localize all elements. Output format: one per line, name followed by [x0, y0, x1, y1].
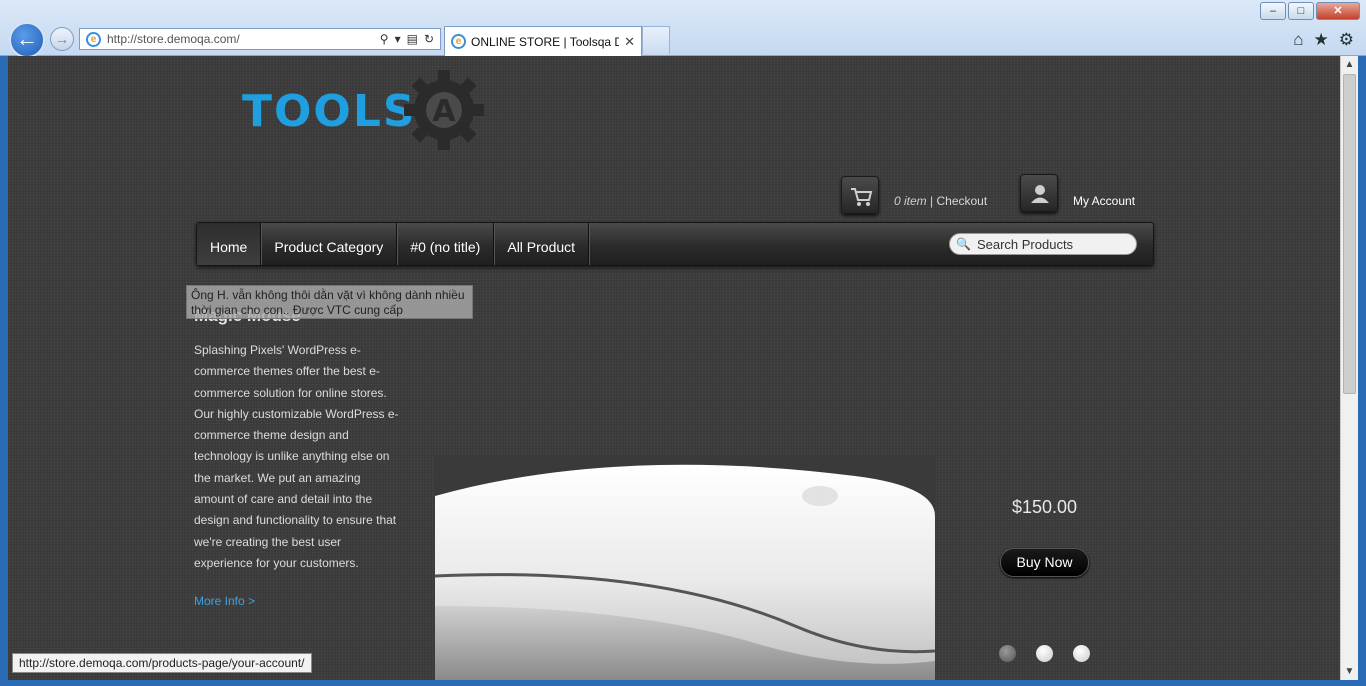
- slider-dot-2[interactable]: [1036, 645, 1053, 662]
- logo-text: TOOLS: [242, 86, 417, 137]
- browser-chrome: – □ ✕ ← → e http://store.demoqa.com/ ⚲ ▾…: [0, 0, 1366, 58]
- product-price: $150.00: [1012, 497, 1078, 517]
- product-description: Splashing Pixels' WordPress e-commerce t…: [194, 343, 399, 570]
- maximize-button[interactable]: □: [1288, 2, 1314, 20]
- scroll-down-arrow-icon[interactable]: ▼: [1341, 663, 1358, 680]
- my-account-link[interactable]: My Account: [1073, 194, 1135, 208]
- checkout-link[interactable]: Checkout: [936, 194, 987, 208]
- window-controls: – □ ✕: [1260, 2, 1360, 20]
- scroll-up-arrow-icon[interactable]: ▲: [1341, 56, 1358, 73]
- address-bar[interactable]: e http://store.demoqa.com/ ⚲ ▾ ▤ ↻: [79, 28, 441, 50]
- tooltip: Ông H. vẫn không thôi dằn vặt vì không d…: [186, 285, 473, 319]
- nav-product-category[interactable]: Product Category: [261, 223, 398, 265]
- nav-all-product[interactable]: All Product: [494, 223, 590, 265]
- refresh-icon[interactable]: ↻: [424, 32, 434, 46]
- dropdown-icon[interactable]: ▾: [395, 32, 401, 46]
- page-viewport: TOOLS A 0 item | Checkout My Account Hom…: [8, 56, 1358, 680]
- status-url: http://store.demoqa.com/products-page/yo…: [12, 653, 312, 673]
- tab-online-store[interactable]: e ONLINE STORE | Toolsqa D... ✕: [444, 26, 642, 56]
- scroll-thumb[interactable]: [1343, 74, 1356, 394]
- more-info-link[interactable]: More Info >: [194, 594, 255, 608]
- search-icon: 🔍: [956, 237, 971, 251]
- minimize-button[interactable]: –: [1260, 2, 1286, 20]
- logo-mark: A: [432, 94, 456, 129]
- home-icon[interactable]: ⌂: [1293, 30, 1303, 50]
- close-window-button[interactable]: ✕: [1316, 2, 1360, 20]
- back-button[interactable]: ←: [9, 22, 45, 58]
- magic-mouse-image[interactable]: [435, 456, 935, 680]
- site-logo[interactable]: TOOLS A: [242, 62, 502, 158]
- search-box[interactable]: 🔍: [949, 233, 1137, 255]
- ie-icon: e: [451, 34, 466, 49]
- ie-icon: e: [86, 31, 101, 47]
- cart-count: 0 item: [894, 194, 927, 208]
- tab-close-icon[interactable]: ✕: [624, 34, 641, 50]
- compat-view-icon[interactable]: ▤: [407, 32, 418, 46]
- buy-now-button[interactable]: Buy Now: [1000, 548, 1089, 577]
- forward-button[interactable]: →: [50, 27, 74, 51]
- logo-gear-icon: A: [404, 70, 484, 150]
- gear-icon[interactable]: ⚙: [1339, 30, 1354, 50]
- cart-summary: 0 item | Checkout: [894, 194, 988, 208]
- tab-title: ONLINE STORE | Toolsqa D...: [471, 34, 620, 49]
- new-tab-button[interactable]: [642, 26, 670, 54]
- slider-dot-3[interactable]: [1073, 645, 1090, 662]
- nav-no-title[interactable]: #0 (no title): [397, 223, 495, 265]
- cart-icon[interactable]: [841, 176, 879, 214]
- account-icon[interactable]: [1020, 174, 1058, 212]
- vertical-scrollbar[interactable]: ▲ ▼: [1340, 56, 1358, 680]
- address-url[interactable]: http://store.demoqa.com/: [107, 32, 374, 46]
- favorites-star-icon[interactable]: ★: [1314, 30, 1329, 50]
- search-icon[interactable]: ⚲: [380, 32, 389, 46]
- nav-home[interactable]: Home: [197, 223, 262, 265]
- search-input[interactable]: [976, 236, 1127, 252]
- slider-dot-1[interactable]: [999, 645, 1016, 662]
